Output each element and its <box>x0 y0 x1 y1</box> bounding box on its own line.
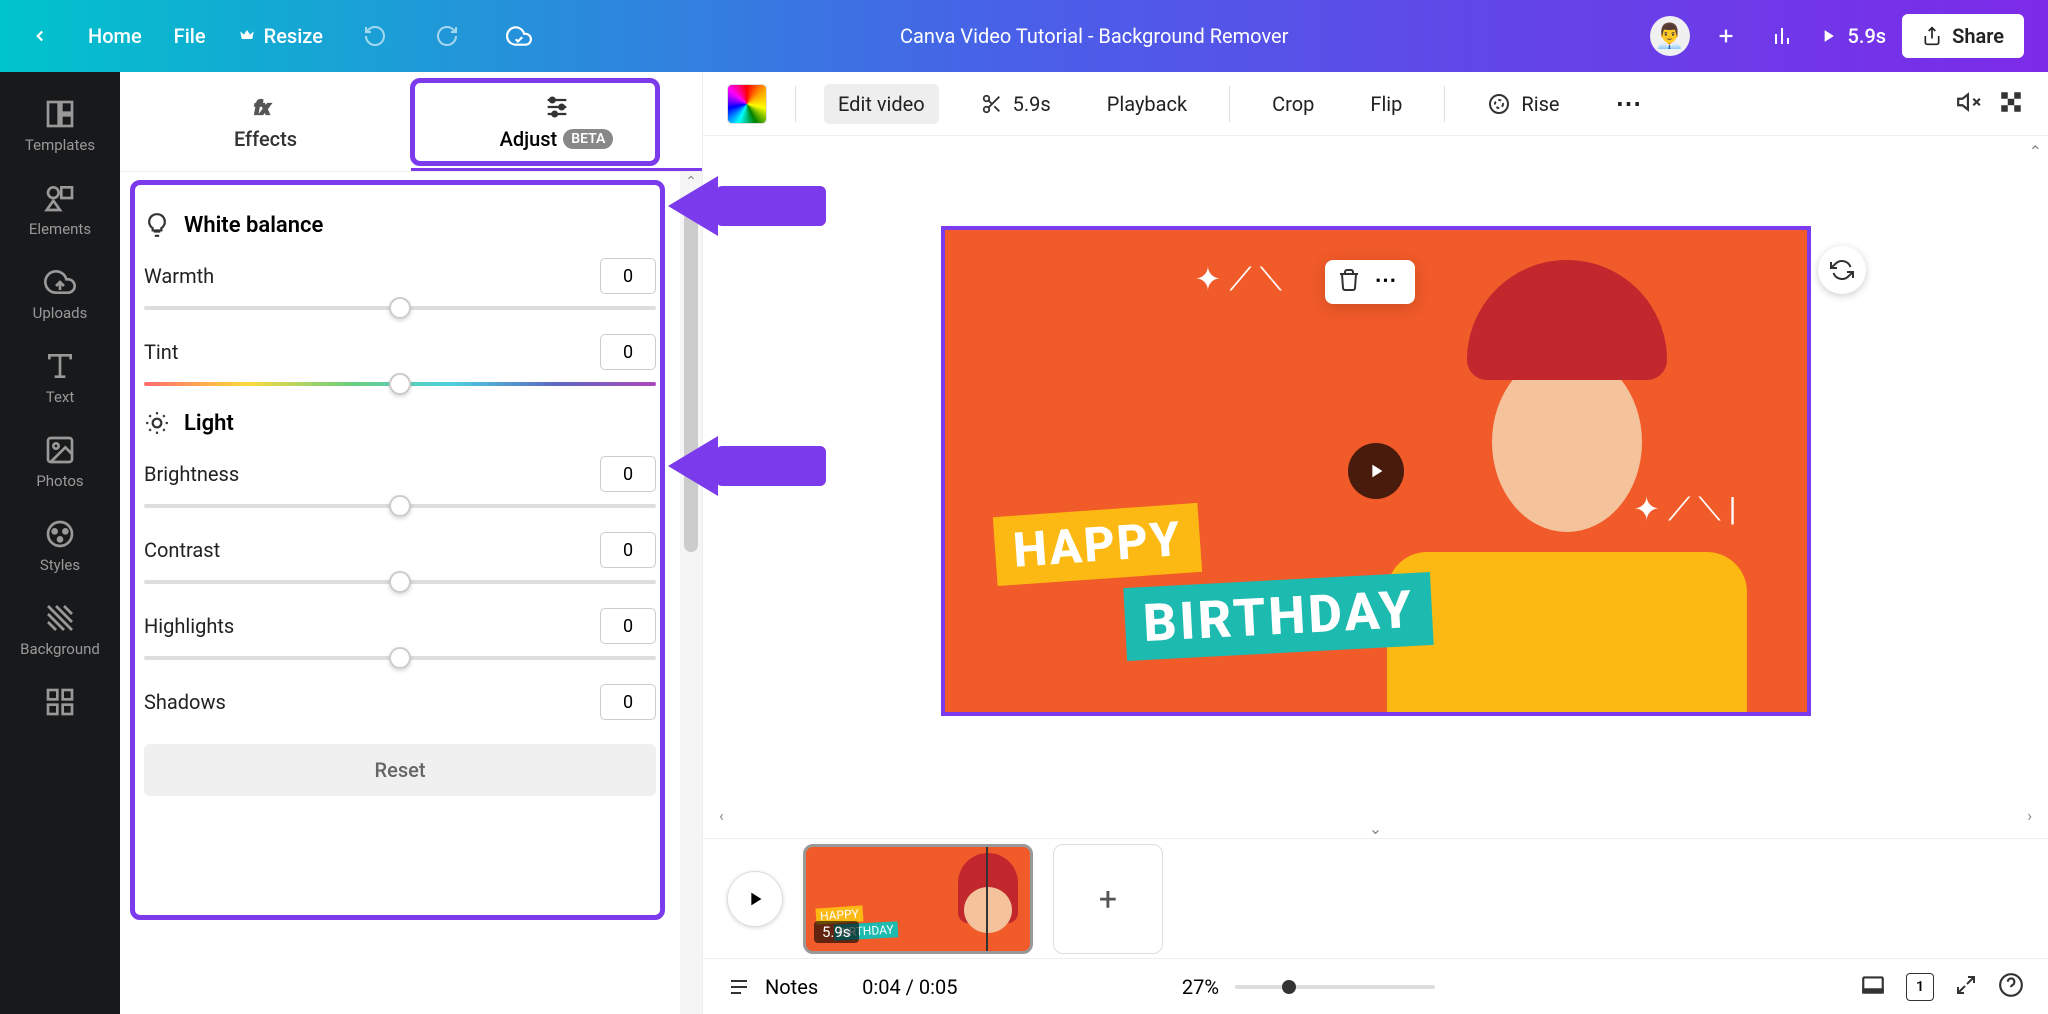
more-options-button[interactable]: ⋯ <box>1602 81 1656 127</box>
sliders-icon <box>543 93 571 121</box>
trash-icon <box>1337 268 1361 292</box>
top-bar: Home File Resize Canva Video Tutorial - … <box>0 0 2048 72</box>
share-icon <box>1922 26 1942 46</box>
warmth-value[interactable]: 0 <box>600 258 656 294</box>
play-icon <box>1365 460 1387 482</box>
mute-button[interactable] <box>1956 89 1982 119</box>
home-menu[interactable]: Home <box>88 24 142 48</box>
notes-button[interactable]: Notes <box>765 975 818 999</box>
playback-time: 0:04 / 0:05 <box>862 975 957 999</box>
slider-shadows[interactable]: Shadows0 <box>144 684 656 720</box>
element-toolbar: ⋯ <box>1325 260 1415 304</box>
context-toolbar: Edit video 5.9s Playback Crop Flip Rise … <box>703 72 2048 136</box>
tool-sidebar: Templates Elements Uploads Text Photos S… <box>0 72 120 1014</box>
redo-button[interactable] <box>427 16 467 56</box>
undo-button[interactable] <box>355 16 395 56</box>
add-member-button[interactable] <box>1706 16 1746 56</box>
sidebar-item-text[interactable]: Text <box>0 336 120 420</box>
sidebar-item-styles[interactable]: Styles <box>0 504 120 588</box>
add-clip-button[interactable]: + <box>1053 844 1163 954</box>
section-white-balance: White balance <box>144 212 656 238</box>
fullscreen-button[interactable] <box>1954 973 1978 1001</box>
bulb-icon <box>144 212 170 238</box>
sun-icon <box>144 410 170 436</box>
zoom-slider[interactable] <box>1235 985 1435 989</box>
refresh-icon <box>1830 258 1854 282</box>
notes-icon <box>727 975 751 999</box>
help-button[interactable] <box>1998 972 2024 1002</box>
zoom-level: 27% <box>1182 975 1219 999</box>
crop-button[interactable]: Crop <box>1258 84 1328 124</box>
edit-video-button[interactable]: Edit video <box>824 84 939 124</box>
animate-icon <box>1487 92 1511 116</box>
canvas-stage[interactable]: ✦ ⟋ ⟍ ✦ ⟋ ⟍ | HAPPY BIRTHDAY ⋯ ⌃ <box>703 136 2048 806</box>
color-picker-button[interactable] <box>727 84 767 124</box>
canvas-scroll-up[interactable]: ⌃ <box>2029 142 2042 161</box>
transparency-icon <box>1998 89 2024 115</box>
playback-button[interactable]: Playback <box>1093 84 1201 124</box>
animate-button[interactable]: Rise <box>1473 84 1573 124</box>
scissors-icon <box>981 93 1003 115</box>
tint-value[interactable]: 0 <box>600 334 656 370</box>
footer-bar: Notes 0:04 / 0:05 27% 1 <box>703 958 2048 1014</box>
regenerate-button[interactable] <box>1818 246 1866 294</box>
adjust-panel: fx Effects AdjustBETA White balance Warm… <box>120 72 702 1014</box>
slider-highlights[interactable]: Highlights0 <box>144 608 656 660</box>
element-more-button[interactable]: ⋯ <box>1369 268 1403 296</box>
sidebar-item-uploads[interactable]: Uploads <box>0 252 120 336</box>
tab-effects[interactable]: fx Effects <box>120 72 411 171</box>
slider-contrast[interactable]: Contrast0 <box>144 532 656 584</box>
clip-duration-badge: 5.9s <box>814 921 859 943</box>
panel-scrollbar[interactable]: ⌃ <box>680 172 702 1014</box>
sidebar-item-more[interactable] <box>0 672 120 732</box>
document-title[interactable]: Canva Video Tutorial - Background Remove… <box>900 24 1288 48</box>
tab-adjust[interactable]: AdjustBETA <box>411 72 702 171</box>
flip-button[interactable]: Flip <box>1356 84 1416 124</box>
timeline-play-button[interactable] <box>727 871 783 927</box>
file-menu[interactable]: File <box>174 24 206 48</box>
timeline-clip[interactable]: HAPPY BIRTHDAY 5.9s <box>803 844 1033 954</box>
contrast-value[interactable]: 0 <box>600 532 656 568</box>
back-button[interactable] <box>24 20 56 52</box>
grid-view-button[interactable] <box>1860 972 1886 1002</box>
sidebar-item-templates[interactable]: Templates <box>0 84 120 168</box>
preview-play-button[interactable]: 5.9s <box>1818 24 1887 48</box>
brightness-value[interactable]: 0 <box>600 456 656 492</box>
collapse-timeline-button[interactable]: ⌄ <box>703 819 2048 838</box>
beta-badge: BETA <box>563 129 613 149</box>
sidebar-item-photos[interactable]: Photos <box>0 420 120 504</box>
play-icon <box>744 888 766 910</box>
delete-button[interactable] <box>1337 268 1361 296</box>
sidebar-item-background[interactable]: Background <box>0 588 120 672</box>
insights-button[interactable] <box>1762 16 1802 56</box>
cloud-sync-icon[interactable] <box>499 16 539 56</box>
mute-icon <box>1956 89 1982 115</box>
slider-tint[interactable]: Tint0 <box>144 334 656 386</box>
section-light: Light <box>144 410 656 436</box>
crown-icon <box>238 27 256 45</box>
play-overlay-button[interactable] <box>1348 443 1404 499</box>
sidebar-item-elements[interactable]: Elements <box>0 168 120 252</box>
play-icon <box>1818 26 1838 46</box>
avatar[interactable]: 👨‍💼 <box>1650 16 1690 56</box>
share-button[interactable]: Share <box>1902 14 2024 58</box>
canvas-text-happy[interactable]: HAPPY <box>992 503 1201 586</box>
shadows-value[interactable]: 0 <box>600 684 656 720</box>
duration-button[interactable]: 5.9s <box>967 84 1065 124</box>
fx-icon: fx <box>252 93 280 121</box>
timeline: HAPPY BIRTHDAY 5.9s + <box>703 838 2048 958</box>
page-indicator[interactable]: 1 <box>1906 973 1934 1001</box>
svg-text:fx: fx <box>254 97 270 119</box>
slider-warmth[interactable]: Warmth0 <box>144 258 656 310</box>
resize-menu[interactable]: Resize <box>238 24 323 48</box>
transparency-button[interactable] <box>1998 89 2024 119</box>
slider-brightness[interactable]: Brightness0 <box>144 456 656 508</box>
highlights-value[interactable]: 0 <box>600 608 656 644</box>
video-frame[interactable]: ✦ ⟋ ⟍ ✦ ⟋ ⟍ | HAPPY BIRTHDAY ⋯ <box>941 226 1811 716</box>
reset-button[interactable]: Reset <box>144 744 656 796</box>
